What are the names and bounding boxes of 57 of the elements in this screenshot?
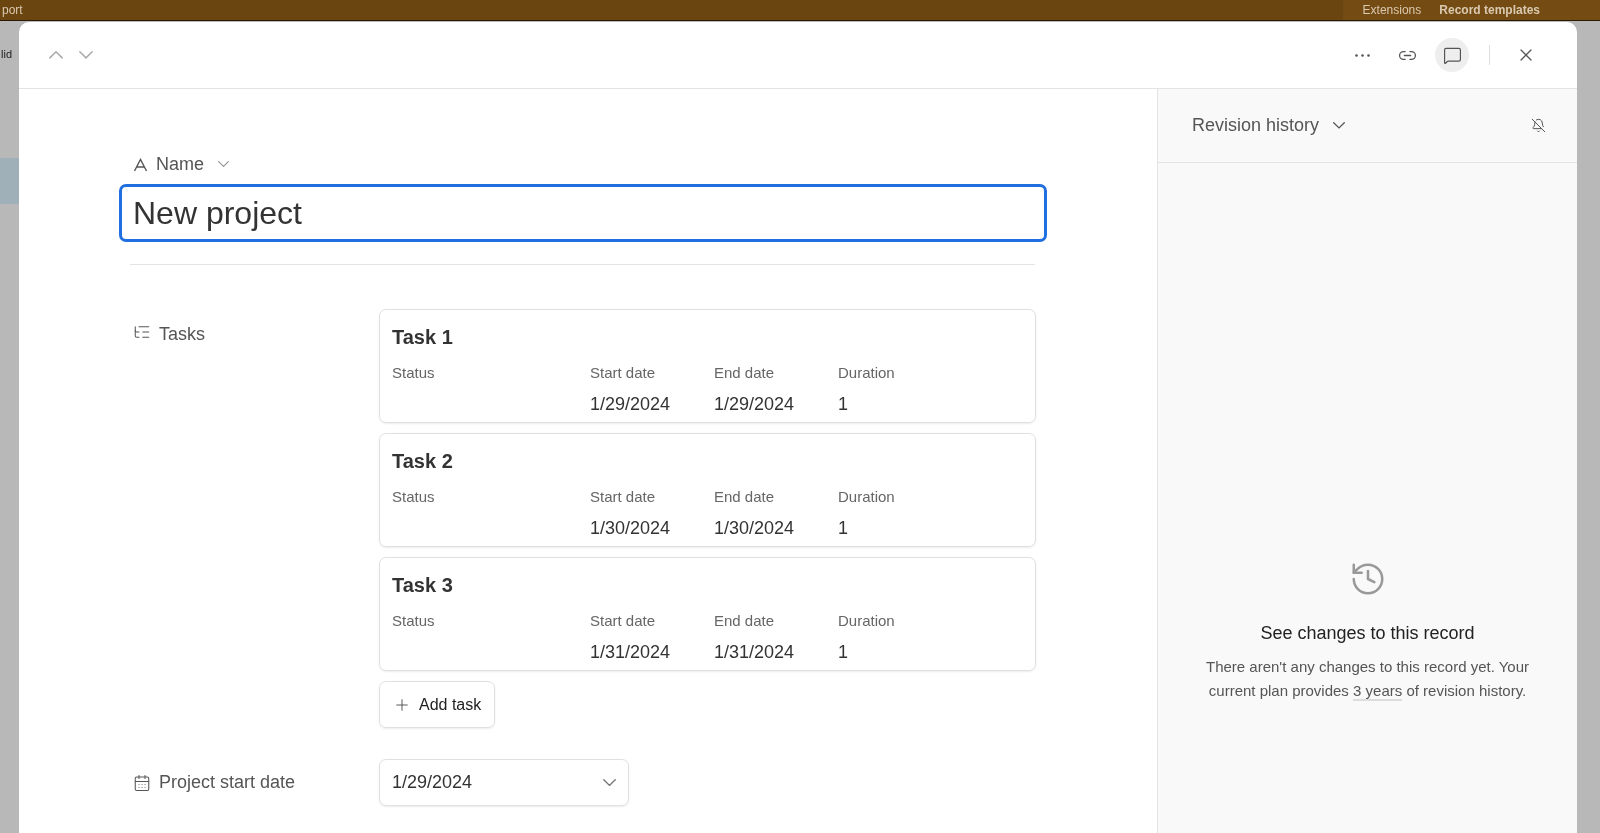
toolbar-text: port xyxy=(2,3,23,17)
caret-icon xyxy=(1333,122,1346,129)
comments-button[interactable] xyxy=(1435,38,1469,72)
task-card[interactable]: Task 1 Status Start date End date Duration 1/29/2024 1/29/2024 1 xyxy=(379,309,1036,423)
chevron-up-icon xyxy=(49,51,63,59)
plan-link[interactable]: 3 years xyxy=(1353,682,1403,701)
toolbar-button[interactable]: Record templates xyxy=(1439,3,1540,17)
column-label: Status xyxy=(392,363,436,383)
text-field-icon xyxy=(133,157,148,172)
column-label: End date xyxy=(714,611,776,631)
linked-records-icon xyxy=(133,323,151,341)
task-card[interactable]: Task 3 Status Start date End date Duration 1/31/2024 1/31/2024 1 xyxy=(379,557,1036,671)
notifications-off-button[interactable] xyxy=(1531,118,1546,133)
date-dropdown[interactable]: 1/29/2024 xyxy=(379,759,629,806)
column-label: Duration xyxy=(838,487,896,507)
column-label: End date xyxy=(714,487,776,507)
add-task-button[interactable]: Add task xyxy=(379,681,496,728)
date-value: 1/31/2024 xyxy=(590,640,672,664)
previous-record-button[interactable] xyxy=(47,49,65,61)
column-label: Duration xyxy=(838,611,896,631)
date-value: 1/30/2024 xyxy=(714,516,796,540)
bell-off-icon xyxy=(1531,118,1546,133)
duration-value: 1 xyxy=(838,640,849,664)
date-value: 1/30/2024 xyxy=(590,516,672,540)
date-value: 1/31/2024 xyxy=(714,640,796,664)
side-text: lid xyxy=(1,47,12,62)
next-record-button[interactable] xyxy=(77,49,95,61)
task-title: Task 2 xyxy=(392,449,453,474)
date-value: 1/29/2024 xyxy=(590,392,672,416)
date-value: 1/29/2024 xyxy=(714,392,796,416)
task-card[interactable]: Task 2 Status Start date End date Duration 1/30/2024 1/30/2024 1 xyxy=(379,433,1036,547)
revision-history-dropdown[interactable]: Revision history xyxy=(1192,112,1346,139)
task-title: Task 3 xyxy=(392,573,453,598)
selected-row-background xyxy=(0,158,19,204)
field-label: Project start date xyxy=(159,771,296,794)
toolbar-button[interactable]: Extensions xyxy=(1362,3,1422,17)
duration-value: 1 xyxy=(838,516,849,540)
column-label: Start date xyxy=(590,487,657,507)
more-icon xyxy=(1354,53,1370,57)
chevron-down-icon xyxy=(79,51,93,59)
task-title: Task 1 xyxy=(392,325,453,350)
caret-icon xyxy=(603,778,616,787)
column-label: Status xyxy=(392,487,436,507)
comment-icon xyxy=(1442,45,1462,65)
empty-state-title: See changes to this record xyxy=(1260,622,1475,645)
field-label: Name xyxy=(156,153,204,176)
column-label: Status xyxy=(392,611,436,631)
column-label: Duration xyxy=(838,363,896,383)
empty-state-text: There aren't any changes to this record yet. Your current plan provides 3 years of revision history. xyxy=(1204,657,1531,703)
column-label: End date xyxy=(714,363,776,383)
column-label: Start date xyxy=(590,611,657,631)
caret-icon xyxy=(218,161,229,168)
calendar-icon xyxy=(133,773,151,792)
duration-value: 1 xyxy=(838,392,849,416)
column-label: Start date xyxy=(590,363,657,383)
field-label: Tasks xyxy=(159,323,205,346)
name-input-field[interactable]: New project xyxy=(119,184,1047,242)
